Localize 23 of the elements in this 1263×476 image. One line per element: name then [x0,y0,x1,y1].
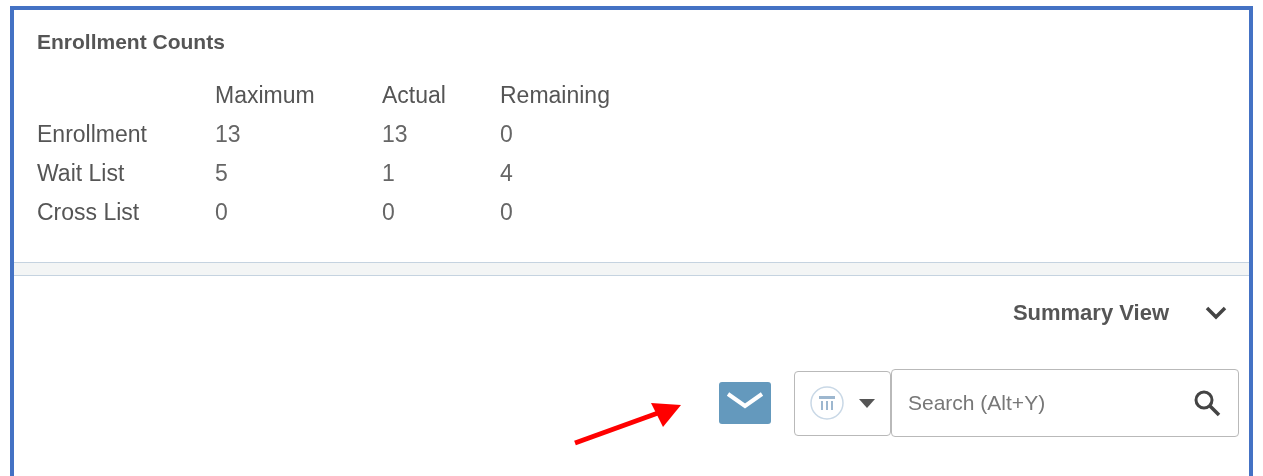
column-header: Maximum [215,82,315,108]
table-cell: 0 [500,199,513,225]
row-label: Wait List [37,160,125,186]
table-cell: 0 [382,199,395,225]
chevron-down-icon[interactable] [1205,305,1227,320]
search-field[interactable]: Search (Alt+Y) [891,369,1239,437]
row-label: Enrollment [37,121,147,147]
section-title: Enrollment Counts [37,29,226,55]
table-cell: 13 [382,121,408,147]
row-label: Cross List [37,199,140,225]
caret-icon [859,398,875,408]
table-cell: 0 [215,199,228,225]
email-button[interactable] [719,382,771,424]
column-header: Remaining [500,82,610,108]
table-cell: 5 [215,160,228,186]
table-cell: 0 [500,121,513,147]
search-icon[interactable] [1193,389,1221,417]
table-cell: 4 [500,160,513,186]
summary-view-label[interactable]: Summary View [1012,296,1169,329]
calendar-icon [809,385,845,421]
table-cell: 1 [382,160,395,186]
column-header: Actual [382,82,446,108]
table-cell: 13 [215,121,241,147]
